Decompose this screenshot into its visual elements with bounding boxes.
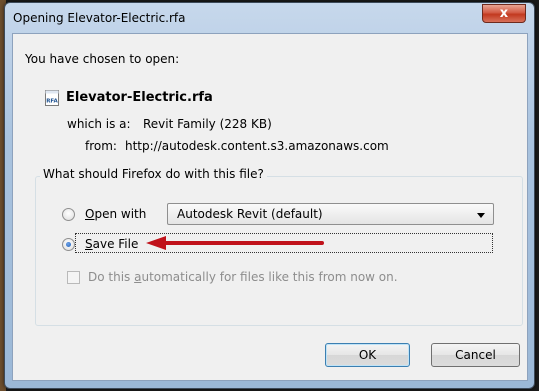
- file-name: Elevator-Electric.rfa: [66, 90, 213, 105]
- open-with-app-value: Autodesk Revit (default): [177, 207, 323, 221]
- open-with-label-rest: pen with: [94, 207, 147, 221]
- open-with-app-select[interactable]: Autodesk Revit (default): [167, 203, 494, 225]
- rfa-file-icon: RFA: [45, 90, 59, 106]
- close-icon: x: [499, 6, 509, 21]
- save-file-label[interactable]: Save File: [85, 237, 138, 251]
- file-type-label: which is a:: [67, 117, 131, 131]
- cancel-button[interactable]: Cancel: [431, 343, 520, 367]
- chevron-down-icon: [477, 213, 485, 218]
- save-file-radio[interactable]: [62, 238, 75, 251]
- file-source-label: from:: [85, 139, 117, 153]
- auto-handle-checkbox[interactable]: [67, 271, 80, 284]
- annotation-arrow: [146, 236, 324, 250]
- file-icon-label: RFA: [46, 99, 58, 105]
- save-file-label-rest: ave File: [92, 237, 139, 251]
- dialog-body: You have chosen to open: RFA Elevator-El…: [12, 33, 528, 381]
- screen-backdrop: Opening Elevator-Electric.rfa x You have…: [0, 0, 539, 391]
- ok-button[interactable]: OK: [325, 343, 410, 367]
- action-group-legend: What should Firefox do with this file?: [40, 167, 267, 181]
- title-bar[interactable]: Opening Elevator-Electric.rfa x: [5, 3, 534, 34]
- auto-handle-rest: utomatically for files like this from no…: [141, 270, 398, 284]
- file-type-value: Revit Family (228 KB): [143, 117, 272, 131]
- open-with-label[interactable]: Open with: [85, 207, 146, 221]
- open-with-radio[interactable]: [62, 208, 75, 221]
- intro-text: You have chosen to open:: [25, 52, 180, 66]
- file-source-url: http://autodesk.content.s3.amazonaws.com: [125, 139, 389, 153]
- opening-file-dialog: Opening Elevator-Electric.rfa x You have…: [4, 2, 535, 389]
- window-title: Opening Elevator-Electric.rfa: [13, 11, 186, 25]
- close-button[interactable]: x: [482, 4, 526, 23]
- save-file-mnemonic: S: [85, 237, 93, 251]
- auto-handle-label[interactable]: Do this automatically for files like thi…: [88, 270, 398, 284]
- auto-handle-prefix: Do this: [88, 270, 135, 284]
